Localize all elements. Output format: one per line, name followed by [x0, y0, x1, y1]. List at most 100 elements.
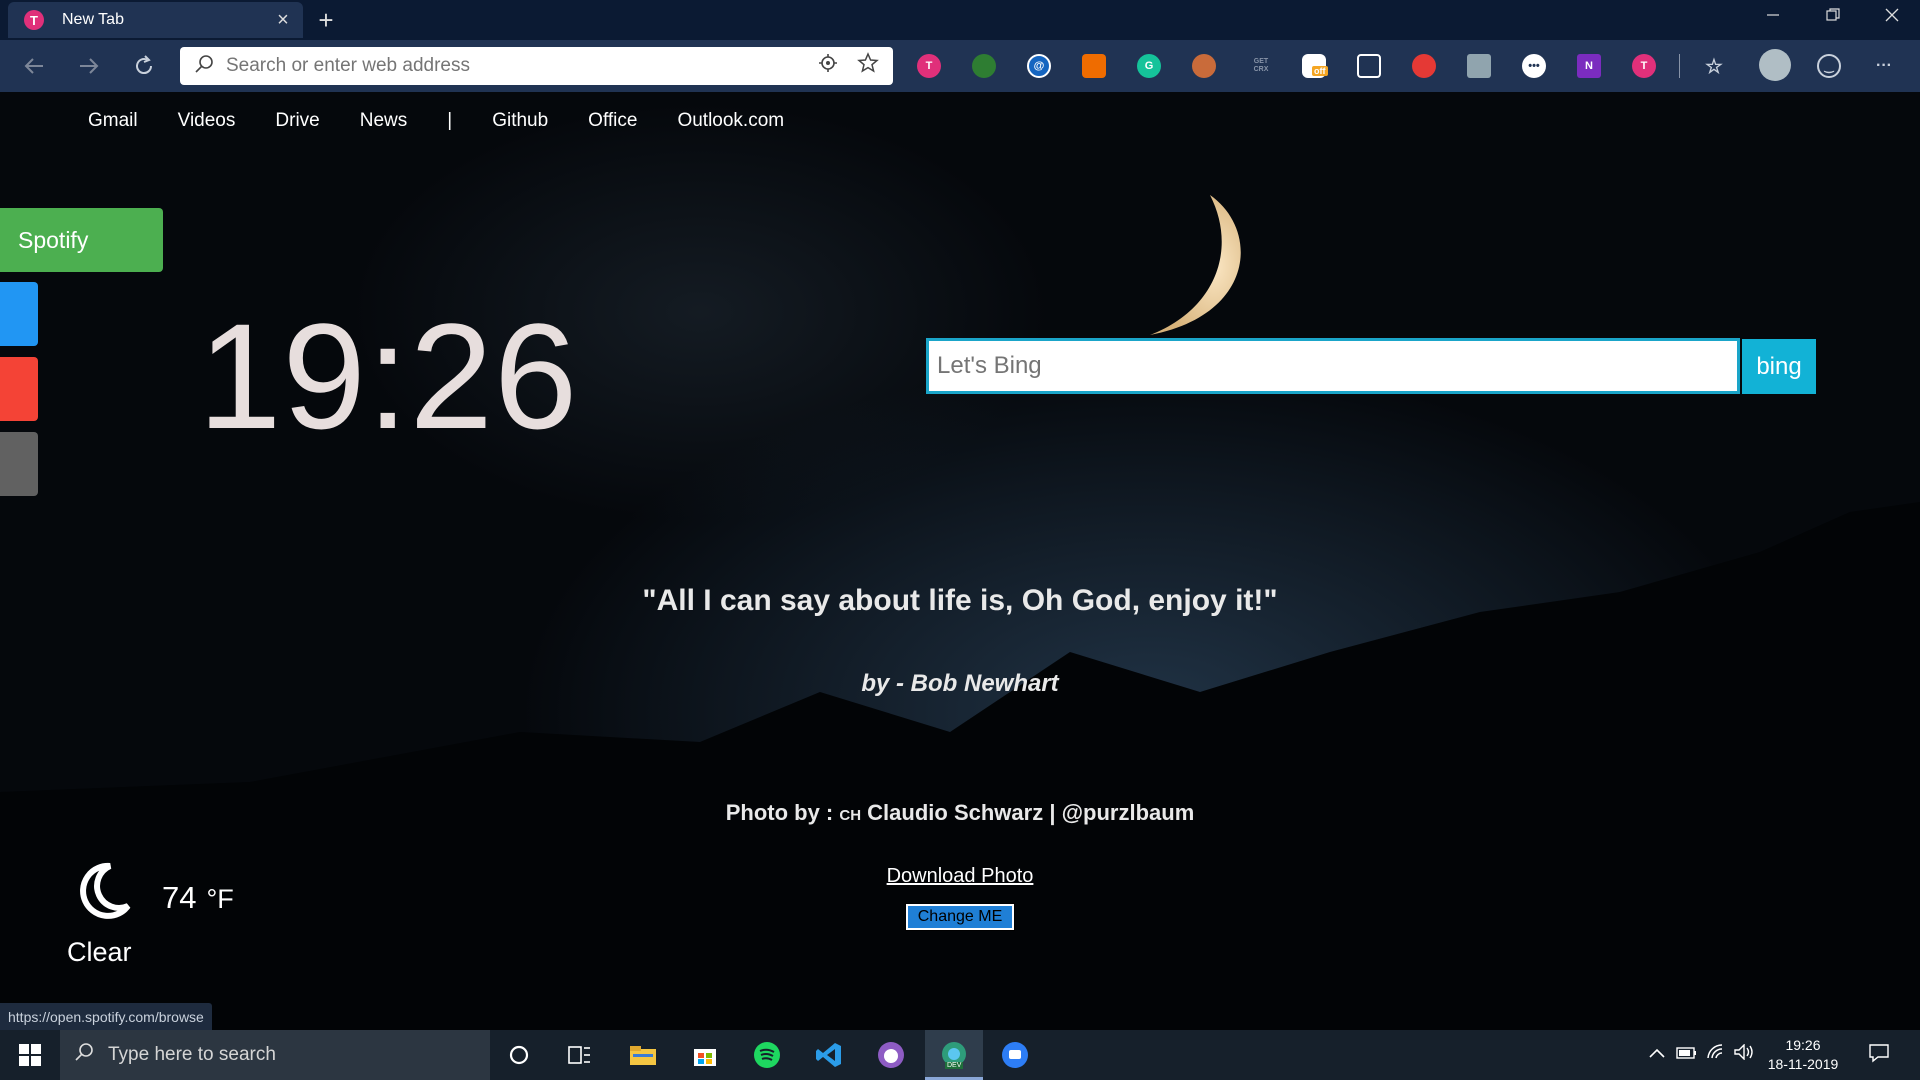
quick-links: Gmail Videos Drive News | Github Office … — [88, 110, 824, 132]
extension-getcrx-icon[interactable]: GET CRX — [1247, 54, 1275, 78]
back-arrow-icon — [24, 58, 43, 74]
tracking-prevention-icon[interactable] — [813, 53, 843, 79]
link-separator: | — [447, 110, 453, 131]
extension-grammarly-icon[interactable]: G — [1137, 54, 1161, 78]
dev-badge: DEV — [945, 1062, 964, 1069]
photo-credit-prefix: Photo by : — [725, 800, 840, 825]
start-button[interactable] — [0, 1030, 60, 1080]
toolbar-divider — [1679, 54, 1680, 78]
link-github[interactable]: Github — [492, 110, 548, 132]
browser-toolbar: T @ G GET CRX off ••• N T ☆ ‿ ··· — [0, 40, 1920, 92]
more-menu-icon[interactable]: ··· — [1872, 54, 1896, 78]
extension-at-icon[interactable]: @ — [1027, 54, 1051, 78]
close-icon — [1885, 8, 1899, 22]
search-icon — [194, 54, 218, 79]
tab-favicon-icon: T — [24, 10, 44, 30]
cortana-icon[interactable] — [502, 1038, 536, 1072]
taskbar-search-box[interactable]: Type here to search — [60, 1030, 490, 1080]
spotify-button[interactable]: Spotify — [0, 208, 163, 272]
link-videos[interactable]: Videos — [178, 110, 236, 132]
search-icon — [74, 1042, 94, 1068]
taskbar-clock[interactable]: 19:26 18-11-2019 — [1758, 1036, 1848, 1074]
crescent-moon-icon — [1150, 195, 1241, 335]
link-drive[interactable]: Drive — [275, 110, 319, 132]
messaging-app-icon[interactable] — [998, 1038, 1032, 1072]
wifi-icon[interactable] — [1706, 1044, 1728, 1065]
extension-adblock-icon[interactable] — [1412, 54, 1436, 78]
clock-display: 19:26 — [198, 292, 579, 460]
show-hidden-icons[interactable] — [1648, 1044, 1666, 1065]
extension-calculator-icon[interactable] — [1357, 54, 1381, 78]
tab-close-icon[interactable]: × — [271, 8, 295, 32]
refresh-button[interactable] — [128, 50, 160, 82]
extension-dots-icon[interactable]: ••• — [1522, 54, 1546, 78]
link-news[interactable]: News — [360, 110, 408, 132]
temperature-value: 74 — [162, 880, 197, 915]
new-tab-page: Gmail Videos Drive News | Github Office … — [0, 92, 1920, 1030]
address-bar[interactable] — [180, 47, 893, 85]
flag-icon: CH — [839, 807, 862, 824]
mountain-silhouette — [0, 502, 1920, 1030]
edge-dev-icon[interactable]: DEV — [937, 1038, 971, 1072]
address-input[interactable] — [226, 55, 813, 77]
extension-tabs2-icon[interactable]: T — [1632, 54, 1656, 78]
extension-octotree-icon[interactable] — [1192, 54, 1216, 78]
windows-taskbar: Type here to search DEV 19:26 18-11-2019 — [0, 1030, 1920, 1080]
minimize-button[interactable] — [1745, 0, 1801, 30]
extension-gitlab-icon[interactable] — [1082, 54, 1106, 78]
new-tab-button[interactable]: + — [312, 5, 340, 35]
feedback-smiley-icon[interactable]: ‿ — [1817, 54, 1841, 78]
restore-icon — [1826, 8, 1840, 21]
volume-icon[interactable] — [1734, 1043, 1756, 1065]
link-gmail[interactable]: Gmail — [88, 110, 138, 132]
profile-avatar[interactable] — [1759, 49, 1791, 81]
download-photo-wrap: Download Photo — [0, 865, 1920, 888]
quote-author: by - Bob Newhart — [861, 670, 1059, 697]
sidebar-gray-button[interactable] — [0, 432, 38, 496]
off-badge: off — [1312, 66, 1328, 76]
temperature-unit: °F — [206, 884, 234, 914]
status-bar-url: https://open.spotify.com/browse — [0, 1003, 212, 1030]
weather-condition: Clear — [67, 937, 132, 967]
restore-button[interactable] — [1805, 0, 1861, 30]
vscode-icon[interactable] — [812, 1038, 846, 1072]
windows-logo-icon — [19, 1044, 41, 1066]
moon-icon — [80, 862, 131, 919]
extension-puzzle-icon[interactable] — [972, 54, 996, 78]
forward-button[interactable] — [73, 50, 105, 82]
sidebar-blue-button[interactable] — [0, 282, 38, 346]
tab-title: New Tab — [62, 11, 124, 28]
extension-toolbox-icon[interactable] — [1467, 54, 1491, 78]
bing-search-button[interactable]: bing — [1742, 339, 1816, 394]
file-explorer-icon[interactable] — [626, 1038, 660, 1072]
extension-honey-icon[interactable]: off — [1302, 54, 1328, 78]
spotify-app-icon[interactable] — [750, 1038, 784, 1072]
change-me-button[interactable]: Change ME — [905, 903, 1015, 931]
github-desktop-icon[interactable] — [874, 1038, 908, 1072]
action-center-icon[interactable] — [1868, 1043, 1890, 1068]
extension-onenote-icon[interactable]: N — [1577, 54, 1601, 78]
tab-new-tab[interactable]: T New Tab × — [8, 2, 303, 38]
link-office[interactable]: Office — [588, 110, 637, 132]
browser-tab-bar: T New Tab × + — [0, 0, 1920, 40]
link-outlook[interactable]: Outlook.com — [677, 110, 784, 132]
taskbar-time: 19:26 — [1785, 1037, 1821, 1053]
favorite-star-icon[interactable] — [853, 52, 883, 80]
sidebar-red-button[interactable] — [0, 357, 38, 421]
download-photo-link[interactable]: Download Photo — [887, 865, 1034, 887]
photo-credit-name[interactable]: Claudio Schwarz | @purzlbaum — [867, 800, 1194, 825]
bing-search-input[interactable] — [926, 338, 1740, 394]
quote-text: "All I can say about life is, Oh God, en… — [642, 584, 1278, 617]
task-view-icon[interactable] — [562, 1038, 596, 1072]
temperature: 74 °F — [162, 880, 234, 916]
back-button[interactable] — [18, 50, 50, 82]
minimize-icon — [1767, 14, 1779, 16]
favorites-list-icon[interactable]: ☆ — [1702, 54, 1726, 78]
battery-icon[interactable] — [1676, 1044, 1698, 1065]
store-icon[interactable] — [688, 1038, 722, 1072]
forward-arrow-icon — [80, 58, 99, 74]
photo-credit: Photo by : CH Claudio Schwarz | @purzlba… — [0, 800, 1920, 826]
taskbar-search-placeholder: Type here to search — [108, 1044, 276, 1065]
close-window-button[interactable] — [1864, 0, 1920, 30]
extension-tabs-icon[interactable]: T — [917, 54, 941, 78]
